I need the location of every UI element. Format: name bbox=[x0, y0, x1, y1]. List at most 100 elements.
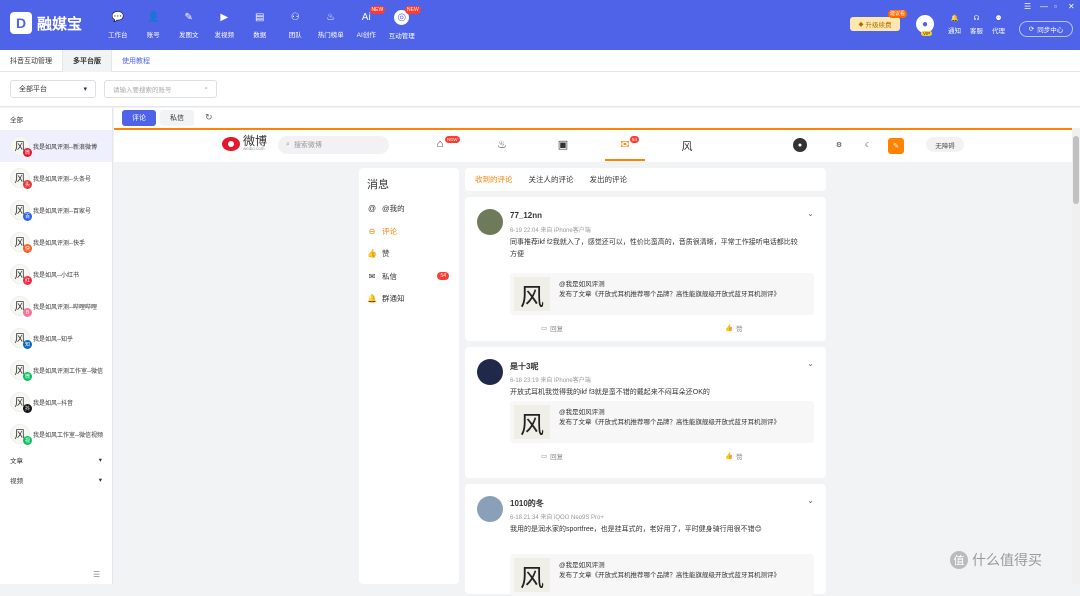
collapse-icon[interactable]: ☰ bbox=[93, 570, 100, 579]
sidebar-group[interactable]: 视频 ▾ bbox=[0, 470, 112, 490]
sidebar-account[interactable]: 风知我是如风--知乎 bbox=[0, 322, 112, 354]
message-menu-item[interactable]: ✉ 私信 54 bbox=[367, 271, 453, 282]
platform-icon: 微 bbox=[23, 372, 32, 381]
nav-data[interactable]: ▤ 数据 bbox=[242, 0, 278, 50]
feed-tab[interactable]: 发出的评论 bbox=[590, 174, 628, 185]
reply-button[interactable]: ▭ 回复 bbox=[541, 323, 563, 333]
comment-text: 开放式耳机我觉得我的ikf f3就是蛮不错的戴起来不闷耳朵还OK的 bbox=[510, 389, 710, 396]
reply-button[interactable]: ▭ 回复 bbox=[541, 451, 563, 461]
article-thumbnail: 风 bbox=[514, 277, 550, 311]
like-button[interactable]: 👍 赞 bbox=[725, 323, 743, 333]
quote-user[interactable]: @我是如风评测 bbox=[559, 278, 605, 288]
nav-play[interactable]: ▶ 发视频 bbox=[207, 0, 243, 50]
account-label: 我是如风--小红书 bbox=[33, 272, 79, 279]
feed-tab[interactable]: 关注人的评论 bbox=[529, 174, 574, 185]
menu-icon[interactable]: ☰ bbox=[1024, 2, 1031, 11]
at-icon: @ bbox=[367, 204, 377, 213]
quote-user[interactable]: @我是如风评测 bbox=[559, 559, 605, 569]
search-icon[interactable]: ⌕ bbox=[204, 85, 208, 93]
tool-agent[interactable]: ⚉ 代理 bbox=[992, 14, 1005, 35]
sidebar-account[interactable]: 风红我是如风--小红书 bbox=[0, 258, 112, 290]
reply-label: 回复 bbox=[550, 454, 564, 461]
platform-icon: 快 bbox=[23, 244, 32, 253]
message-menu-item[interactable]: @ @我的 bbox=[367, 203, 453, 214]
page-tabs: 抖音互动管理 多平台版 使用教程 bbox=[0, 50, 1080, 72]
like-label: 赞 bbox=[736, 454, 743, 461]
chevron-down-icon[interactable]: ⌄ bbox=[807, 209, 814, 218]
tab-comment[interactable]: 评论 bbox=[122, 110, 156, 126]
quoted-article[interactable]: 风 @我是如风评测 发布了文章《开放式耳机推荐哪个品牌？高性能旗舰级开放式蓝牙耳机测… bbox=[510, 401, 814, 443]
top-bar: D 融媒宝 💬 工作台 👤 账号 ✎ 发图文 ▶ 发视频 ▤ 数据 ⚇ 团队 ♨ 热门榜单 Ai AI创作 NE… bbox=[0, 0, 1080, 50]
chevron-down-icon[interactable]: ⌄ bbox=[807, 496, 814, 505]
upgrade-button[interactable]: ◆ 升级续费 bbox=[850, 17, 900, 31]
chevron-down-icon[interactable]: ⌄ bbox=[807, 359, 814, 368]
nav-team[interactable]: ⚇ 团队 bbox=[278, 0, 314, 50]
quote-user[interactable]: @我是如风评测 bbox=[559, 406, 605, 416]
tool-bell[interactable]: 🔔 通知 bbox=[948, 14, 961, 35]
sidebar-account[interactable]: 风快我是如风评测--快手 bbox=[0, 226, 112, 258]
commenter-name[interactable]: 1010的冬 bbox=[510, 498, 544, 509]
scrollbar-thumb[interactable] bbox=[1073, 136, 1079, 204]
gear-icon[interactable]: ⚙ bbox=[832, 138, 846, 152]
nav-label: 数据 bbox=[253, 32, 267, 39]
message-menu-item[interactable]: 👍 赞 bbox=[367, 248, 453, 259]
sidebar-account[interactable]: 风头我是如风评测--头条号 bbox=[0, 162, 112, 194]
commenter-avatar[interactable] bbox=[477, 496, 503, 522]
message-count-badge: 54 bbox=[630, 136, 640, 143]
minimize-icon[interactable]: — bbox=[1040, 2, 1048, 11]
reply-icon: ▭ bbox=[541, 325, 548, 332]
refresh-icon[interactable]: ↻ bbox=[205, 112, 213, 123]
quote-text: 发布了文章《开放式耳机推荐哪个品牌？高性能旗舰级开放式蓝牙耳机测评》 bbox=[559, 291, 780, 298]
profile-icon[interactable]: 风 bbox=[679, 138, 695, 154]
tab-dm[interactable]: 私信 bbox=[160, 110, 194, 126]
tool-support[interactable]: ☊ 客服 bbox=[970, 14, 983, 35]
sidebar-group[interactable]: 文章 ▾ bbox=[0, 450, 112, 470]
close-icon[interactable]: ✕ bbox=[1068, 2, 1075, 11]
commenter-name[interactable]: 77_12nn bbox=[510, 211, 542, 220]
account-search-input[interactable]: 请输入要搜索的账号 ⌕ bbox=[104, 80, 217, 98]
tab-0[interactable]: 抖音互动管理 bbox=[0, 50, 62, 72]
platform-icon: B bbox=[23, 308, 32, 317]
quoted-article[interactable]: 风 @我是如风评测 发布了文章《开放式耳机推荐哪个品牌？高性能旗舰级开放式蓝牙耳机测… bbox=[510, 554, 814, 596]
hot-icon[interactable]: ♨ bbox=[494, 138, 510, 151]
sidebar-account[interactable]: 风百我是如风评测--百家号 bbox=[0, 194, 112, 226]
sidebar-account[interactable]: 风抖我是如风--抖音 bbox=[0, 386, 112, 418]
message-menu-item[interactable]: ⊖ 评论 bbox=[367, 226, 453, 237]
tab-1[interactable]: 多平台版 bbox=[62, 50, 112, 72]
search-icon: ⌕ bbox=[286, 141, 290, 148]
like-button[interactable]: 👍 赞 bbox=[725, 451, 743, 461]
nav-user[interactable]: 👤 账号 bbox=[136, 0, 172, 50]
nav-pen[interactable]: ✎ 发图文 bbox=[171, 0, 207, 50]
message-menu-item[interactable]: 🔔 群通知 bbox=[367, 293, 453, 304]
weibo-logo-icon bbox=[222, 136, 240, 151]
nav-interact[interactable]: ◎ 互动管理 NEW bbox=[384, 0, 421, 50]
commenter-name[interactable]: 是十3呢 bbox=[510, 361, 538, 372]
sidebar-account[interactable]: 风微我是如风评测工作室--微信 bbox=[0, 354, 112, 386]
accessibility-button[interactable]: 无障碍 bbox=[926, 137, 964, 152]
sidebar-account[interactable]: 风微我是如风评测--新浪微博 bbox=[0, 130, 112, 162]
commenter-avatar[interactable] bbox=[477, 359, 503, 385]
nav-fire[interactable]: ♨ 热门榜单 bbox=[313, 0, 349, 50]
video-icon[interactable]: ▣ bbox=[555, 138, 571, 151]
commenter-avatar[interactable] bbox=[477, 209, 503, 235]
avatar: 风视 bbox=[10, 424, 32, 445]
watermark-icon: 值 bbox=[950, 551, 968, 569]
sidebar-account[interactable]: 风 B 我是如风评测--哔哩哔哩 bbox=[0, 290, 112, 322]
quoted-article[interactable]: 风 @我是如风评测发布了文章《开放式耳机推荐哪个品牌？高性能旗舰级开放式蓝牙耳机测… bbox=[510, 273, 814, 315]
weibo-app-icon[interactable]: ● bbox=[793, 138, 807, 152]
feed-tab[interactable]: 收到的评论 bbox=[475, 174, 513, 185]
platform-select[interactable]: 全部平台 ▾ bbox=[10, 80, 96, 98]
maximize-icon[interactable]: ▫ bbox=[1054, 2, 1057, 11]
nav-chat[interactable]: 💬 工作台 bbox=[100, 0, 136, 50]
account-label: 我是如风评测--快手 bbox=[33, 240, 85, 247]
moon-icon[interactable]: ☾ bbox=[861, 138, 875, 152]
sync-center-button[interactable]: ⟳ 同步中心 bbox=[1019, 21, 1073, 37]
nav-ai[interactable]: Ai AI创作 NEW bbox=[349, 0, 386, 50]
compose-icon[interactable]: ✎ bbox=[888, 138, 904, 154]
weibo-search-input[interactable]: ⌕ 搜索微博 bbox=[278, 136, 389, 154]
sidebar-all[interactable]: 全部 bbox=[0, 108, 112, 130]
menu-label: 赞 bbox=[382, 249, 390, 258]
tab-2[interactable]: 使用教程 bbox=[112, 50, 160, 72]
weibo-logo[interactable]: 微博 weibo.com bbox=[222, 135, 267, 151]
sidebar-account[interactable]: 风视我是如风工作室--微信视频 bbox=[0, 418, 112, 450]
